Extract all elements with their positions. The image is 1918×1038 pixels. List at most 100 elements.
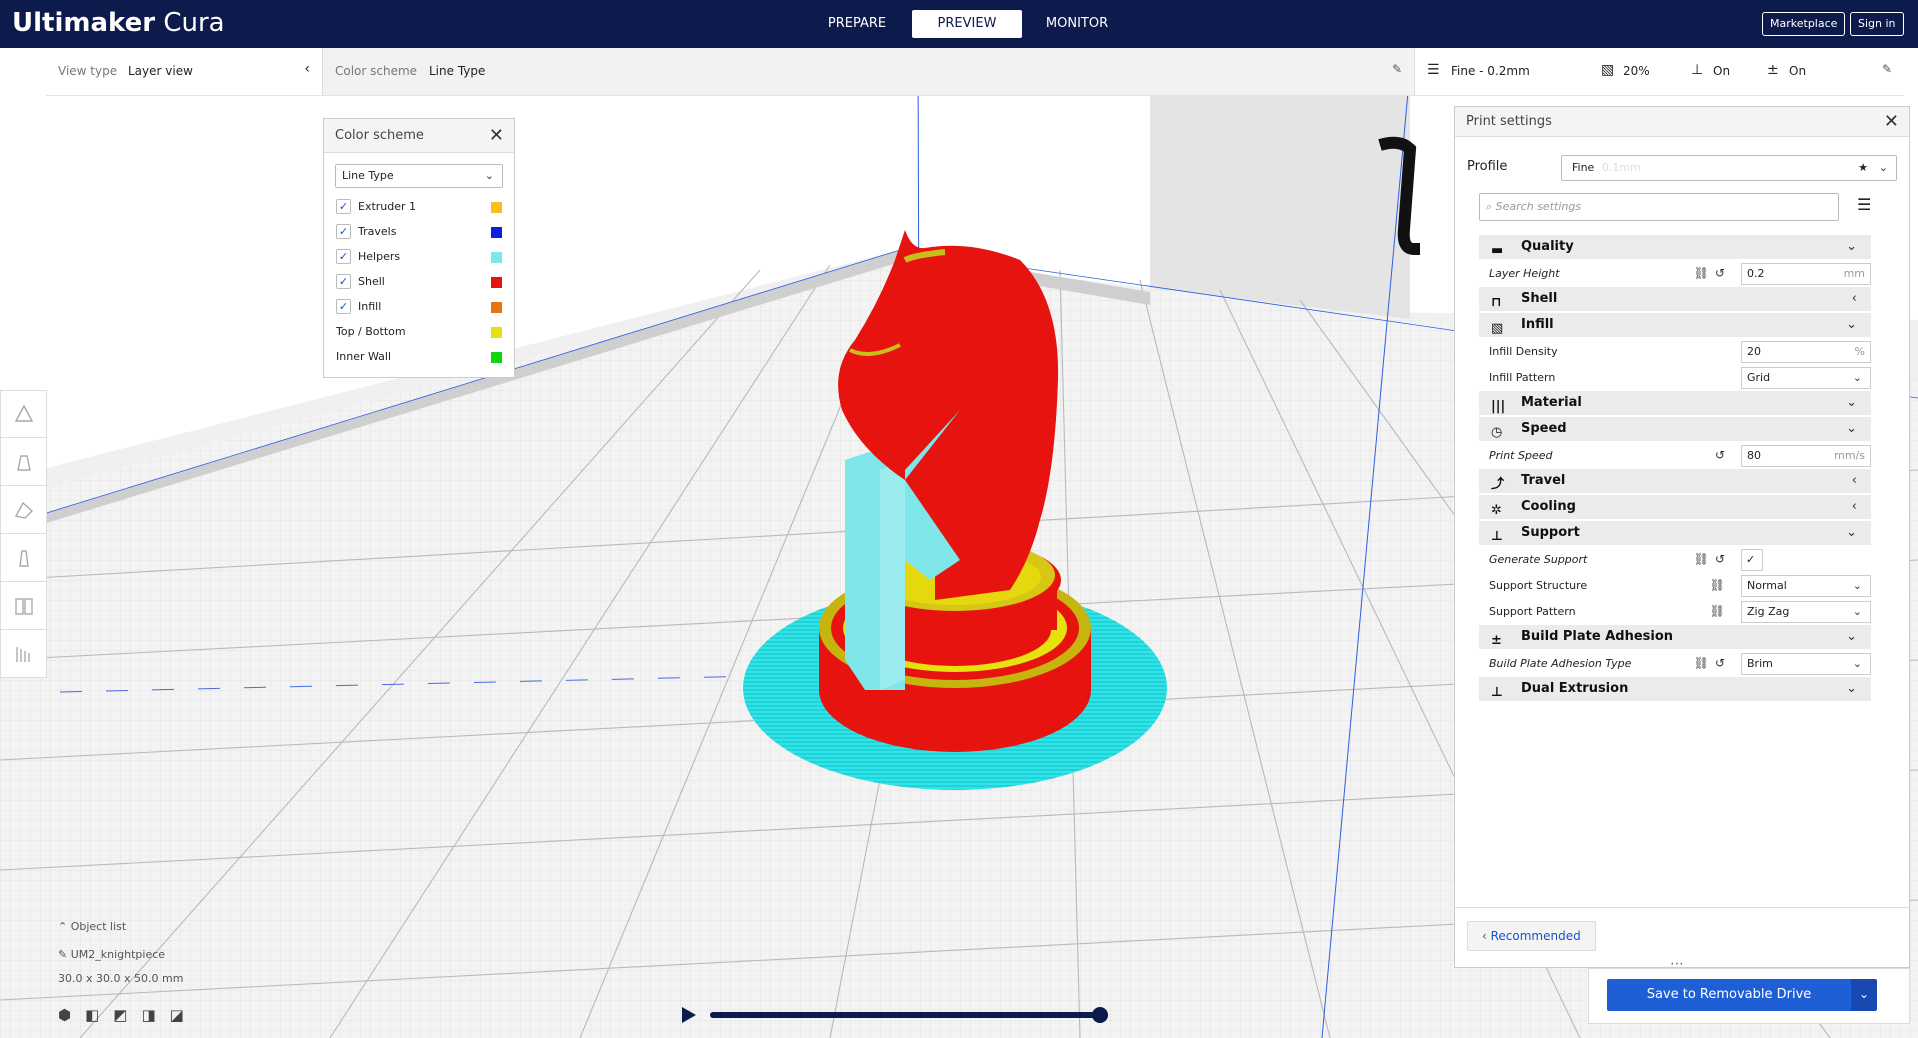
tab-preview[interactable]: PREVIEW: [912, 10, 1022, 38]
color-swatch: [491, 327, 502, 338]
generate-support-checkbox[interactable]: ✓: [1741, 549, 1763, 571]
drag-handle-icon[interactable]: ⋯: [1670, 956, 1684, 972]
recommended-button[interactable]: ‹ Recommended: [1467, 921, 1596, 951]
layer-height-input[interactable]: 0.2 mm: [1741, 263, 1871, 285]
scale-tool-icon[interactable]: [0, 438, 47, 486]
settings-menu-icon[interactable]: ☰: [1857, 195, 1871, 214]
color-scheme-panel-title: Color scheme: [335, 128, 424, 143]
link-reset-icons[interactable]: ⛓↺: [1694, 552, 1731, 566]
layer-progress-track[interactable]: [710, 1007, 1108, 1023]
section-speed[interactable]: ◷ Speed ⌄: [1479, 417, 1871, 441]
link-icon[interactable]: ⛓: [1710, 578, 1731, 592]
chevron-down-icon: ⌄: [484, 169, 494, 182]
support-blocker-icon[interactable]: [0, 630, 47, 678]
section-travel[interactable]: ⤴ Travel ‹: [1479, 469, 1871, 493]
layer-progress-handle[interactable]: [1092, 1007, 1108, 1023]
play-button[interactable]: [680, 1006, 698, 1027]
adhesion-summary: On: [1789, 64, 1807, 78]
chevron-down-icon: ⌄: [1846, 629, 1857, 644]
view-top-icon[interactable]: ◩: [113, 1006, 127, 1024]
per-model-settings-icon[interactable]: [0, 582, 47, 630]
chevron-down-icon: ⌄: [1846, 421, 1857, 436]
camera-views: ⬢ ◧ ◩ ◨ ◪: [58, 1006, 184, 1024]
print-settings-title: Print settings: [1466, 114, 1552, 129]
legend-item[interactable]: ✓ Helpers: [324, 244, 514, 269]
rotate-tool-icon[interactable]: [0, 486, 47, 534]
edit-settings-pencil-icon[interactable]: ✎: [1882, 62, 1892, 76]
color-swatch: [491, 352, 502, 363]
color-scheme-select[interactable]: Line Type ⌄: [335, 164, 503, 188]
collapse-chevron-icon[interactable]: ‹: [304, 61, 310, 77]
infill-pattern-select[interactable]: Grid ⌄: [1741, 367, 1871, 389]
view-right-icon[interactable]: ◪: [170, 1006, 184, 1024]
checkbox[interactable]: ✓: [336, 299, 351, 314]
checkbox[interactable]: ✓: [336, 274, 351, 289]
checkbox[interactable]: ✓: [336, 249, 351, 264]
search-icon: ⌕: [1486, 200, 1493, 213]
checkbox[interactable]: ✓: [336, 199, 351, 214]
setting-print-speed: Print Speed ↺ 80 mm/s: [1479, 443, 1871, 469]
print-speed-input[interactable]: 80 mm/s: [1741, 445, 1871, 467]
view-front-icon[interactable]: ◧: [85, 1006, 99, 1024]
section-adhesion[interactable]: ± Build Plate Adhesion ⌄: [1479, 625, 1871, 649]
view-type-bar[interactable]: View type Layer view ‹: [46, 48, 322, 96]
translate-tool-icon[interactable]: [0, 390, 47, 438]
save-options-chevron-icon[interactable]: ⌄: [1851, 979, 1877, 1011]
view-left-icon[interactable]: ◨: [141, 1006, 155, 1024]
color-scheme-bar[interactable]: Color scheme Line Type ✎: [322, 48, 1414, 96]
chevron-down-icon: ⌄: [1846, 317, 1857, 332]
tab-monitor[interactable]: MONITOR: [1022, 10, 1132, 38]
left-toolbar: [0, 390, 47, 678]
sign-in-button[interactable]: Sign in: [1850, 12, 1904, 36]
section-shell[interactable]: ⊓ Shell ‹: [1479, 287, 1871, 311]
view-type-value[interactable]: Layer view: [128, 64, 193, 78]
pencil-icon: ✎: [58, 948, 71, 961]
legend-item[interactable]: ✓ Travels: [324, 219, 514, 244]
close-icon[interactable]: ✕: [489, 119, 504, 153]
star-icon[interactable]: ★: [1858, 156, 1868, 180]
section-infill[interactable]: ▧ Infill ⌄: [1479, 313, 1871, 337]
legend-item[interactable]: ✓ Shell: [324, 269, 514, 294]
search-settings-input[interactable]: ⌕ Search settings: [1479, 193, 1839, 221]
tab-prepare[interactable]: PREPARE: [802, 10, 912, 38]
legend-label: Extruder 1: [358, 200, 417, 213]
checkbox[interactable]: ✓: [336, 224, 351, 239]
setting-layer-height: Layer Height ⛓↺ 0.2 mm: [1479, 261, 1871, 287]
print-summary-bar[interactable]: ☰ Fine - 0.2mm ▧ 20% ⊥ On ± On ✎: [1414, 48, 1904, 96]
legend-item[interactable]: ✓ Extruder 1: [324, 194, 514, 219]
top-bar: Ultimaker Cura PREPARE PREVIEW MONITOR M…: [0, 0, 1918, 48]
legend-item[interactable]: ✓ Infill: [324, 294, 514, 319]
link-icon[interactable]: ⛓: [1710, 604, 1731, 618]
mirror-tool-icon[interactable]: [0, 534, 47, 582]
object-name-row[interactable]: ✎ UM2_knightpiece: [58, 948, 184, 972]
infill-density-input[interactable]: 20%: [1741, 341, 1871, 363]
view-3d-icon[interactable]: ⬢: [58, 1006, 71, 1024]
link-reset-icons[interactable]: ⛓↺: [1694, 656, 1731, 670]
chevron-down-icon: ⌄: [1878, 161, 1888, 174]
close-icon[interactable]: ✕: [1884, 107, 1899, 137]
infill-icon: ▧: [1601, 62, 1615, 78]
section-quality[interactable]: ▬ Quality ⌄: [1479, 235, 1871, 259]
object-list-toggle[interactable]: ⌃ Object list: [58, 920, 184, 942]
legend-label: Travels: [358, 225, 397, 238]
object-dimensions: 30.0 x 30.0 x 50.0 mm: [58, 972, 184, 985]
color-scheme-value[interactable]: Line Type: [429, 64, 485, 78]
marketplace-button[interactable]: Marketplace: [1762, 12, 1846, 36]
link-reset-icons[interactable]: ⛓↺: [1694, 266, 1731, 280]
panel-divider: [1455, 907, 1909, 908]
reset-icon[interactable]: ↺: [1715, 448, 1731, 462]
edit-pencil-icon[interactable]: ✎: [1392, 62, 1402, 76]
profile-label: Profile: [1467, 159, 1508, 174]
section-material[interactable]: ||| Material ⌄: [1479, 391, 1871, 415]
save-to-drive-button[interactable]: Save to Removable Drive: [1607, 979, 1851, 1011]
section-support[interactable]: ⊥ Support ⌄: [1479, 521, 1871, 545]
legend-list: ✓ Extruder 1 ✓ Travels ✓ Helpers ✓ Shell ✓ Infill…: [324, 194, 514, 369]
support-pattern-select[interactable]: Zig Zag ⌄: [1741, 601, 1871, 623]
section-cooling[interactable]: ✲ Cooling ‹: [1479, 495, 1871, 519]
adhesion-type-select[interactable]: Brim ⌄: [1741, 653, 1871, 675]
profile-select[interactable]: Fine 0.1mm ★ ⌄: [1561, 155, 1897, 181]
profile-icon: ☰: [1427, 62, 1440, 78]
support-structure-select[interactable]: Normal ⌄: [1741, 575, 1871, 597]
section-dual-extrusion[interactable]: ⊥ Dual Extrusion ⌄: [1479, 677, 1871, 701]
legend-label: Top / Bottom: [336, 325, 406, 338]
